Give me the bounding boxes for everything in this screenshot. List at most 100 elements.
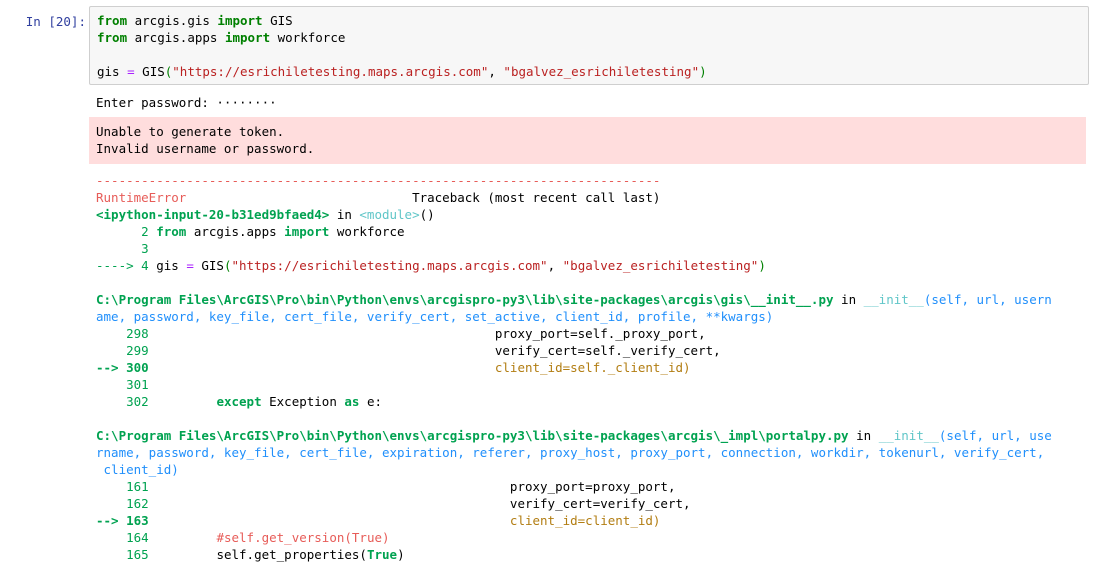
keyword: import <box>224 30 271 45</box>
comment: #self.get_version(True) <box>216 530 390 545</box>
frame-file: C:\Program Files\ArcGIS\Pro\bin\Python\e… <box>96 428 849 443</box>
stderr-line: Unable to generate token. <box>96 124 285 139</box>
frame-file: <ipython-input-20-b31ed9bfaed4> <box>96 207 330 222</box>
notebook-cell: In [20]: from arcgis.gis import GIS from… <box>0 0 1109 569</box>
code: client_id=client_id) <box>156 513 661 528</box>
line-number: 301 <box>96 377 149 392</box>
stdout-password-prompt: Enter password: ········ <box>96 95 277 110</box>
code: Exception <box>261 394 345 409</box>
operator: = <box>127 64 135 79</box>
traceback-header: RuntimeError Traceback (most recent call… <box>96 189 1096 206</box>
code-line-1: from arcgis.gis import GIS <box>97 12 1082 29</box>
frame-location: C:\Program Files\ArcGIS\Pro\bin\Python\e… <box>96 291 1096 308</box>
keyword: from <box>156 224 187 239</box>
module: arcgis.apps <box>186 224 285 239</box>
traceback-title: Traceback (most recent call last) <box>186 190 661 205</box>
frame-location: C:\Program Files\ArcGIS\Pro\bin\Python\e… <box>96 427 1096 444</box>
variable: gis <box>97 64 128 79</box>
traceback-output: ----------------------------------------… <box>96 172 1096 563</box>
frame-file: C:\Program Files\ArcGIS\Pro\bin\Python\e… <box>96 292 834 307</box>
code-line-2: from arcgis.apps import workforce <box>97 29 1082 46</box>
error-name: RuntimeError <box>96 190 187 205</box>
line-number: 302 <box>96 394 157 409</box>
input-prompt: In [20]: <box>25 14 86 29</box>
keyword: True <box>366 547 398 562</box>
name: workforce <box>270 30 346 45</box>
stderr-output: Unable to generate token. Invalid userna… <box>89 117 1086 164</box>
in-text: in <box>848 428 879 443</box>
keyword: from <box>97 13 128 28</box>
paren: ) <box>758 258 766 273</box>
code: client_id=self._client_id) <box>156 360 691 375</box>
current-line-arrow: --> 300 <box>96 360 157 375</box>
code-line-4: gis = GIS("https://esrichiletesting.maps… <box>97 63 1082 80</box>
string: "bgalvez_esrichiletesting" <box>503 64 700 79</box>
code: proxy_port=self._proxy_port, <box>156 326 706 341</box>
paren: ) <box>699 64 707 79</box>
code: proxy_port=proxy_port, <box>156 479 676 494</box>
in-text: in <box>329 207 360 222</box>
string: "https://esrichiletesting.maps.arcgis.co… <box>172 64 489 79</box>
frame-code-line: 298 proxy_port=self._proxy_port, <box>96 325 1096 342</box>
frame-args: () <box>419 207 435 222</box>
function: GIS <box>193 258 224 273</box>
code: verify_cert=self._verify_cert, <box>156 343 721 358</box>
name: GIS <box>262 13 293 28</box>
frame-location: <ipython-input-20-b31ed9bfaed4> in <modu… <box>96 206 1096 223</box>
string: "bgalvez_esrichiletesting" <box>562 258 759 273</box>
line-number: 165 <box>96 547 157 562</box>
line-number: 299 <box>96 343 157 358</box>
line-number: 162 <box>96 496 157 511</box>
frame-code-line: 161 proxy_port=proxy_port, <box>96 478 1096 495</box>
code: self.get_properties( <box>216 547 367 562</box>
name: workforce <box>329 224 405 239</box>
frame-signature: (self, url, usern <box>923 292 1052 307</box>
frame-code-line: 2 from arcgis.apps import workforce <box>96 223 1096 240</box>
keyword: import <box>217 13 263 28</box>
frame-signature: rname, password, key_file, cert_file, ex… <box>96 445 1045 460</box>
frame-signature: (self, url, use <box>938 428 1052 443</box>
frame-func: __init__ <box>863 292 924 307</box>
line-number: 2 <box>96 224 157 239</box>
frame-code-line: 165 self.get_properties(True) <box>96 546 1096 563</box>
frame-code-line-current: --> 300 client_id=self._client_id) <box>96 359 1096 376</box>
frame-signature: ame, password, key_file, cert_file, veri… <box>96 309 774 324</box>
frame-code-line: 299 verify_cert=self._verify_cert, <box>96 342 1096 359</box>
frame-code-line: 302 except Exception as e: <box>96 393 1096 410</box>
line-number: 3 <box>96 241 149 256</box>
paren: ( <box>223 258 232 273</box>
traceback-divider: ----------------------------------------… <box>96 173 661 188</box>
keyword: as <box>344 394 360 409</box>
frame-code-line: 164 #self.get_version(True) <box>96 529 1096 546</box>
in-text: in <box>833 292 864 307</box>
current-line-arrow: ----> 4 <box>96 258 157 273</box>
line-number: 298 <box>96 326 157 341</box>
keyword: except <box>216 394 262 409</box>
stderr-line: Invalid username or password. <box>96 141 315 156</box>
comma: , <box>547 258 563 273</box>
string: "https://esrichiletesting.maps.arcgis.co… <box>231 258 548 273</box>
line-number: 164 <box>96 530 157 545</box>
line-number: 161 <box>96 479 157 494</box>
variable: gis <box>156 258 187 273</box>
function: GIS <box>134 64 165 79</box>
frame-code-line: 162 verify_cert=verify_cert, <box>96 495 1096 512</box>
module: arcgis.gis <box>127 13 218 28</box>
frame-code-line-current: --> 163 client_id=client_id) <box>96 512 1096 529</box>
frame-func: <module> <box>359 207 420 222</box>
frame-func: __init__ <box>878 428 939 443</box>
keyword: import <box>284 224 330 239</box>
operator: = <box>186 258 194 273</box>
code: e: <box>359 394 383 409</box>
keyword: from <box>97 30 128 45</box>
module: arcgis.apps <box>127 30 225 45</box>
code-input-area[interactable]: from arcgis.gis import GIS from arcgis.a… <box>89 6 1089 85</box>
frame-code-line-current: ----> 4 gis = GIS("https://esrichiletest… <box>96 257 1096 274</box>
comma: , <box>488 64 504 79</box>
